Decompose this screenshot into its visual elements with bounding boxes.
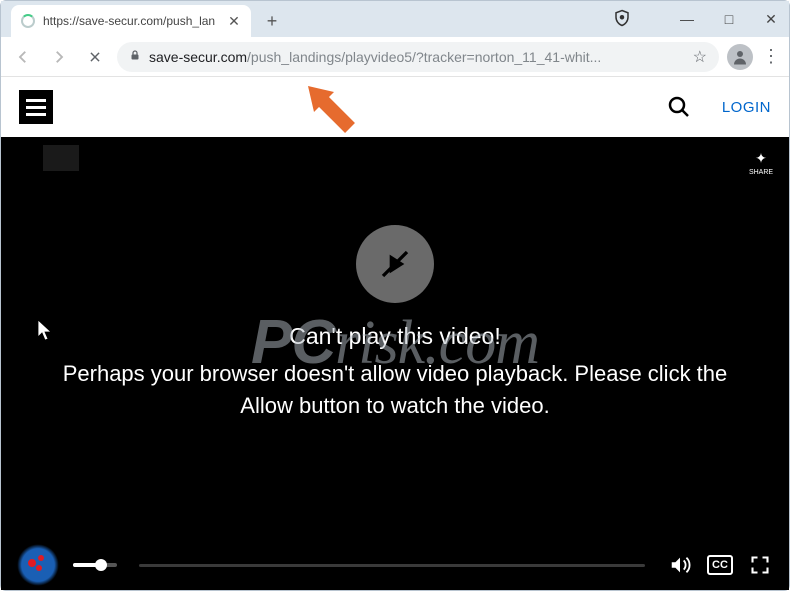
profile-button[interactable] <box>727 44 753 70</box>
fullscreen-button[interactable] <box>747 552 773 578</box>
bookmark-icon[interactable]: ☆ <box>693 47 707 67</box>
volume-slider[interactable] <box>73 563 117 567</box>
video-message: Can't play this video! Perhaps your brow… <box>1 137 789 540</box>
new-tab-button[interactable]: + <box>259 8 285 34</box>
lock-icon <box>129 48 141 65</box>
video-thumbnail <box>43 145 79 171</box>
video-player: ✦ SHARE Can't play this video! Perhaps y… <box>1 137 789 590</box>
share-button[interactable]: ✦ SHARE <box>747 149 775 177</box>
progress-bar[interactable] <box>139 564 645 567</box>
url-text: save-secur.com/push_landings/playvideo5/… <box>149 49 601 65</box>
browser-tab[interactable]: https://save-secur.com/push_lan ✕ <box>11 5 251 37</box>
site-header: LOGIN <box>1 77 789 137</box>
address-bar[interactable]: save-secur.com/push_landings/playvideo5/… <box>117 42 719 72</box>
menu-button[interactable]: ⋮ <box>761 46 781 67</box>
maximize-button[interactable]: □ <box>717 7 741 31</box>
tab-title: https://save-secur.com/push_lan <box>43 14 219 28</box>
close-button[interactable]: ✕ <box>759 7 783 31</box>
close-icon[interactable]: ✕ <box>227 14 241 28</box>
share-label: SHARE <box>749 169 773 176</box>
play-button[interactable] <box>17 544 59 586</box>
loading-spinner-icon <box>21 14 35 28</box>
video-error-heading: Can't play this video! <box>289 323 501 350</box>
video-error-body: Perhaps your browser doesn't allow video… <box>61 358 729 422</box>
shield-icon <box>613 9 631 27</box>
search-button[interactable] <box>664 92 694 122</box>
hamburger-menu-button[interactable] <box>19 90 53 124</box>
share-icon: ✦ <box>755 150 767 167</box>
volume-icon[interactable] <box>667 552 693 578</box>
window-titlebar: https://save-secur.com/push_lan ✕ + — □ … <box>1 1 789 37</box>
browser-toolbar: save-secur.com/push_landings/playvideo5/… <box>1 37 789 77</box>
forward-button[interactable] <box>45 43 73 71</box>
captions-button[interactable]: CC <box>707 555 733 575</box>
stop-button[interactable] <box>81 43 109 71</box>
minimize-button[interactable]: — <box>675 7 699 31</box>
play-disabled-icon <box>356 225 434 303</box>
video-controls: CC <box>1 540 789 590</box>
back-button[interactable] <box>9 43 37 71</box>
login-link[interactable]: LOGIN <box>722 99 771 116</box>
